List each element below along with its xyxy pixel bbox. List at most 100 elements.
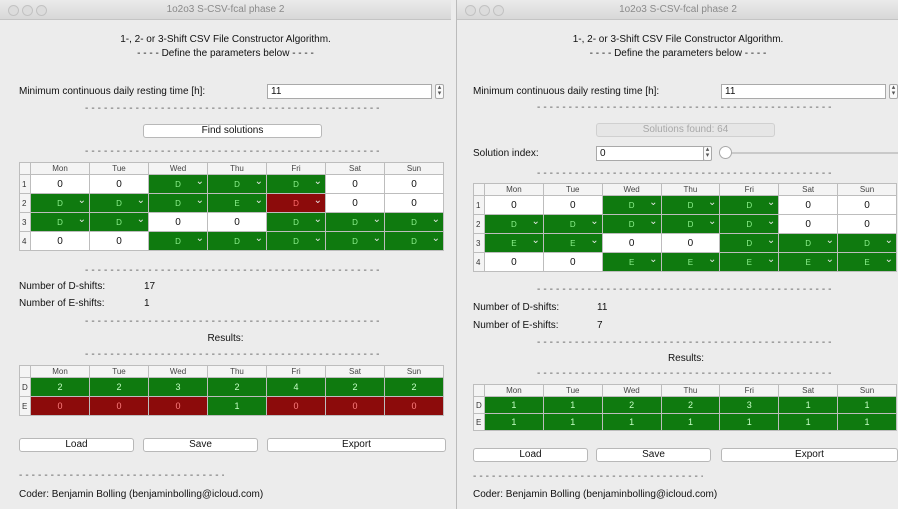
- separator: ----------------------------------------…: [537, 338, 834, 348]
- solution-index-stepper[interactable]: ▴ ▾: [703, 146, 712, 161]
- slider-handle[interactable]: [719, 146, 732, 159]
- row-header: D: [473, 396, 485, 414]
- shift-dropdown[interactable]: D ⌄: [660, 214, 721, 234]
- solution-index-slider[interactable]: [723, 152, 898, 154]
- shift-dropdown[interactable]: D ⌄: [266, 174, 326, 194]
- shift-value: D: [116, 217, 122, 227]
- chevron-down-icon: ⌄: [77, 214, 86, 225]
- shift-cell[interactable]: 0: [601, 233, 662, 253]
- shift-cell[interactable]: 0: [542, 252, 603, 272]
- column-header: Sun: [384, 365, 444, 378]
- shift-cell[interactable]: 0: [30, 231, 90, 251]
- shift-dropdown[interactable]: D ⌄: [778, 233, 839, 253]
- shift-cell[interactable]: 0: [778, 195, 839, 215]
- shift-value: D: [352, 217, 358, 227]
- corner-cell: [19, 162, 31, 175]
- chevron-down-icon: ⌄: [313, 195, 322, 206]
- shift-dropdown[interactable]: D ⌄: [384, 231, 444, 251]
- column-header: Sat: [325, 365, 385, 378]
- shift-dropdown[interactable]: D ⌄: [542, 214, 603, 234]
- title-bar[interactable]: 1o2o3 S-CSV-fcal phase 2: [457, 0, 898, 20]
- shift-cell[interactable]: 0: [837, 214, 897, 234]
- shift-cell[interactable]: 0: [484, 195, 544, 215]
- shift-cell[interactable]: 0: [660, 233, 721, 253]
- shift-dropdown[interactable]: D ⌄: [384, 212, 444, 232]
- shift-cell[interactable]: 0: [542, 195, 603, 215]
- shift-dropdown[interactable]: D ⌄: [660, 195, 721, 215]
- results-table: Mon Tue Wed Thu Fri Sat Sun D 1 1 2 2 3 1 1 E 1 1 1 1 1 1 1: [473, 384, 897, 431]
- shift-dropdown[interactable]: D ⌄: [148, 231, 208, 251]
- shift-dropdown[interactable]: E ⌄: [542, 233, 603, 253]
- shift-value: D: [746, 200, 753, 210]
- shift-dropdown[interactable]: D ⌄: [266, 212, 326, 232]
- shift-value: D: [805, 238, 812, 248]
- shift-dropdown[interactable]: D ⌄: [325, 212, 385, 232]
- shift-dropdown[interactable]: D ⌄: [719, 233, 780, 253]
- export-button[interactable]: Export: [721, 448, 898, 462]
- shift-dropdown[interactable]: D ⌄: [148, 174, 208, 194]
- rest-time-stepper[interactable]: ▴ ▾: [889, 84, 898, 99]
- find-solutions-button[interactable]: Find solutions: [143, 124, 322, 138]
- export-button[interactable]: Export: [267, 438, 446, 452]
- shift-dropdown[interactable]: D ⌄: [148, 193, 208, 213]
- shift-dropdown[interactable]: D ⌄: [207, 174, 267, 194]
- shift-dropdown[interactable]: D ⌄: [89, 212, 149, 232]
- shift-dropdown[interactable]: E ⌄: [778, 252, 839, 272]
- shift-dropdown[interactable]: D ⌄: [837, 233, 897, 253]
- save-button[interactable]: Save: [596, 448, 711, 462]
- shift-value: D: [57, 198, 63, 208]
- d-shifts-count: 17: [144, 281, 156, 292]
- shift-cell[interactable]: 0: [30, 174, 90, 194]
- shift-dropdown[interactable]: D ⌄: [719, 214, 780, 234]
- shift-dropdown[interactable]: D ⌄: [30, 193, 90, 213]
- shift-dropdown[interactable]: D ⌄: [207, 231, 267, 251]
- shift-dropdown[interactable]: D ⌄: [266, 193, 326, 213]
- shift-dropdown[interactable]: E ⌄: [601, 252, 662, 272]
- results-table: Mon Tue Wed Thu Fri Sat Sun D 2 2 3 2 4 2 2 E 0 0 0 1 0 0 0: [19, 365, 444, 416]
- shift-cell[interactable]: 0: [89, 174, 149, 194]
- shift-dropdown[interactable]: E ⌄: [207, 193, 267, 213]
- rest-time-input[interactable]: 11: [267, 84, 432, 99]
- shift-dropdown[interactable]: E ⌄: [719, 252, 780, 272]
- shift-cell[interactable]: 0: [837, 195, 897, 215]
- load-button[interactable]: Load: [473, 448, 588, 462]
- chevron-down-icon: ⌄: [649, 216, 658, 227]
- shift-cell[interactable]: 0: [384, 193, 444, 213]
- shift-dropdown[interactable]: D ⌄: [89, 193, 149, 213]
- chevron-down-icon: ⌄: [825, 254, 835, 265]
- shift-cell[interactable]: 0: [89, 231, 149, 251]
- shift-dropdown[interactable]: D ⌄: [601, 195, 662, 215]
- shift-dropdown[interactable]: D ⌄: [266, 231, 326, 251]
- shift-dropdown[interactable]: E ⌄: [660, 252, 721, 272]
- shift-dropdown[interactable]: E ⌄: [484, 233, 544, 253]
- chevron-down-icon: ⌄: [590, 235, 599, 246]
- rest-time-label: Minimum continuous daily resting time [h…: [19, 86, 206, 97]
- load-button[interactable]: Load: [19, 438, 134, 452]
- shift-cell[interactable]: 0: [484, 252, 544, 272]
- rest-time-input[interactable]: 11: [721, 84, 886, 99]
- shift-cell[interactable]: 0: [325, 174, 385, 194]
- column-header: Mon: [30, 365, 90, 378]
- column-header: Tue: [542, 183, 603, 196]
- shift-cell[interactable]: 0: [207, 212, 267, 232]
- shift-dropdown[interactable]: E ⌄: [837, 252, 897, 272]
- shift-dropdown[interactable]: D ⌄: [30, 212, 90, 232]
- chevron-down-icon: ⌄: [766, 216, 776, 227]
- row-header: E: [473, 413, 485, 431]
- title-bar[interactable]: 1o2o3 S-CSV-fcal phase 2: [0, 0, 451, 20]
- result-cell: 2: [660, 396, 721, 414]
- save-button[interactable]: Save: [143, 438, 258, 452]
- shift-dropdown[interactable]: D ⌄: [601, 214, 662, 234]
- shift-cell[interactable]: 0: [325, 193, 385, 213]
- shift-value: D: [411, 236, 417, 246]
- solution-index-input[interactable]: 0: [596, 146, 704, 161]
- shift-dropdown[interactable]: D ⌄: [484, 214, 544, 234]
- shift-dropdown[interactable]: D ⌄: [719, 195, 780, 215]
- shift-dropdown[interactable]: D ⌄: [325, 231, 385, 251]
- row-header: D: [19, 377, 31, 397]
- shift-cell[interactable]: 0: [384, 174, 444, 194]
- rest-time-stepper[interactable]: ▴ ▾: [435, 84, 444, 99]
- shift-value: D: [746, 219, 753, 229]
- shift-cell[interactable]: 0: [778, 214, 839, 234]
- shift-cell[interactable]: 0: [148, 212, 208, 232]
